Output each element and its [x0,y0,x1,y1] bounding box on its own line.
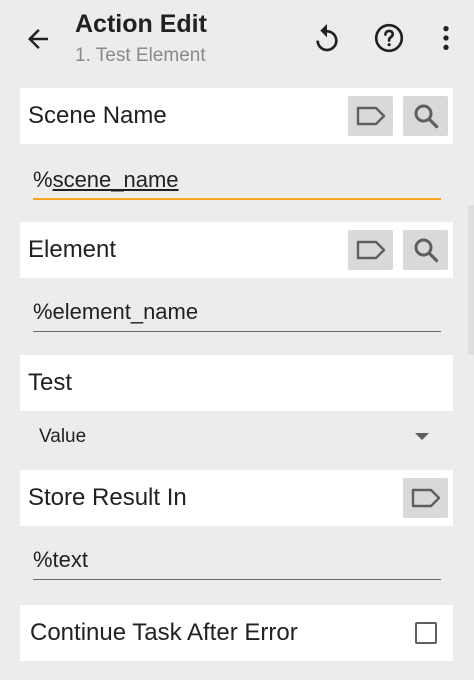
continue-after-error-label: Continue Task After Error [30,619,298,646]
test-label: Test [28,369,73,396]
page-title: Action Edit [75,10,207,38]
app-bar: Action Edit 1. Test Element [0,0,474,76]
continue-after-error-checkbox[interactable] [415,622,437,644]
search-icon [414,104,438,129]
scene-name-input[interactable]: %scene_name [33,160,441,200]
scene-variable-button[interactable] [348,96,393,136]
scroll-edge [468,205,474,355]
help-circle-icon[interactable] [373,22,405,54]
scene-name-value: scene_name [52,167,179,192]
element-variable-button[interactable] [348,230,393,270]
continue-after-error-row[interactable]: Continue Task After Error [20,605,453,661]
store-result-input[interactable]: %text [33,540,441,580]
variable-tag-icon [411,488,440,508]
element-search-button[interactable] [403,230,448,270]
scene-search-button[interactable] [403,96,448,136]
scene-name-label: Scene Name [28,102,167,129]
test-row: Test [20,355,453,411]
dropdown-arrow-icon [415,433,429,440]
test-selected-value: Value [39,426,87,447]
store-result-label: Store Result In [28,484,187,511]
scene-name-row: Scene Name [20,88,453,144]
page-subtitle: 1. Test Element [75,45,206,66]
element-row: Element [20,222,453,278]
element-name-value: %element_name [33,299,199,324]
store-result-value: %text [33,547,89,572]
input-underline [33,198,441,200]
more-vertical-icon[interactable] [430,22,462,54]
input-underline [33,579,441,580]
arrow-back-icon[interactable] [22,24,54,54]
search-icon [414,238,438,263]
input-underline [33,331,441,332]
store-variable-button[interactable] [403,478,448,518]
element-label: Element [28,236,117,263]
undo-icon[interactable] [311,22,343,54]
variable-tag-icon [356,106,385,126]
store-result-row: Store Result In [20,470,453,526]
element-name-input[interactable]: %element_name [33,292,441,332]
test-type-dropdown[interactable]: Value [33,420,441,456]
variable-tag-icon [356,240,385,260]
scene-name-prefix: % [33,167,53,192]
